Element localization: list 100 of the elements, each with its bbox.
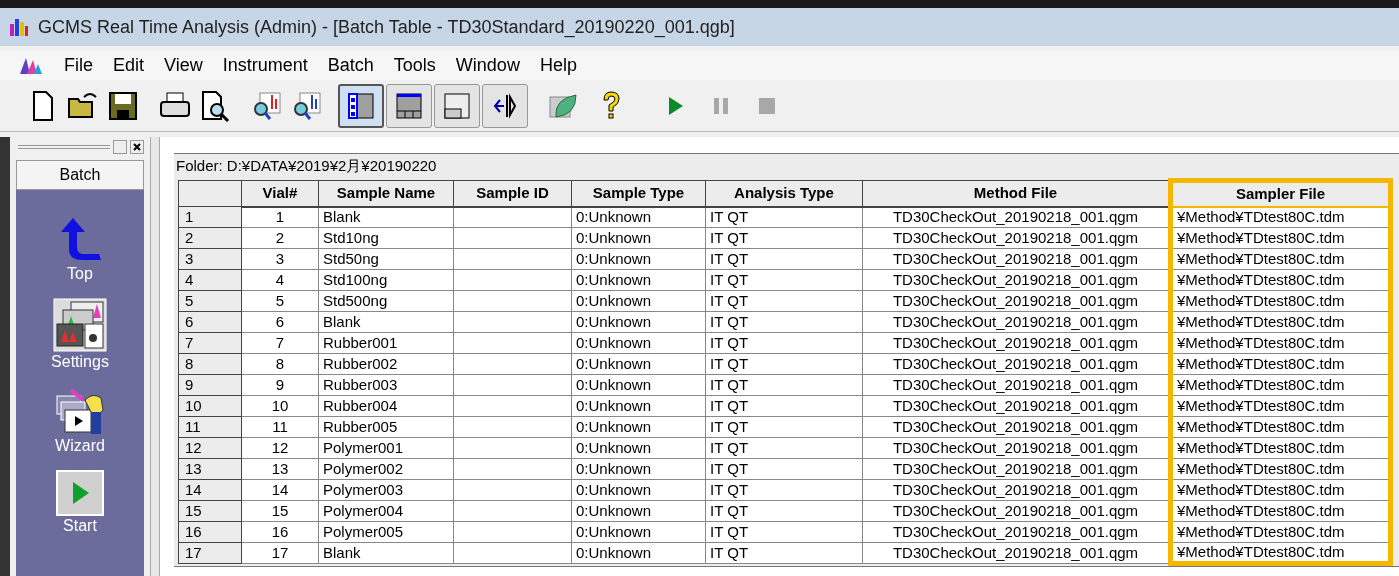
column-header[interactable]: Analysis Type (705, 180, 863, 207)
view-button[interactable] (482, 83, 528, 128)
row-header[interactable]: 1 (178, 206, 242, 228)
app-icon (8, 16, 30, 38)
table-cell: TD30CheckOut_20190218_001.qgm (892, 376, 1139, 393)
menu-item[interactable]: Window (455, 51, 520, 79)
table-cell: IT QT (710, 208, 749, 226)
table-cell: ¥Method¥TDtest80C.tdm (1177, 523, 1345, 540)
table-cell: 13 (271, 460, 289, 477)
table-cell: ¥Method¥TDtest80C.tdm (1177, 208, 1345, 226)
chart-windows-icon (53, 298, 107, 352)
table-cell: 0:Unknown (576, 355, 652, 372)
row-header[interactable]: 5 (178, 290, 242, 312)
menu-item[interactable]: View (164, 51, 203, 79)
view-button[interactable] (338, 83, 384, 128)
row-header[interactable]: 12 (178, 437, 242, 459)
table-cell: 12 (271, 439, 289, 456)
table-cell: TD30CheckOut_20190218_001.qgm (892, 544, 1139, 561)
table-cell: ¥Method¥TDtest80C.tdm (1177, 292, 1345, 309)
table-cell: 0:Unknown (576, 292, 652, 309)
table-cell: 0:Unknown (576, 523, 652, 540)
table-cell: IT QT (710, 481, 749, 498)
table-cell: IT QT (710, 460, 749, 477)
menu-item[interactable]: File (64, 51, 93, 79)
table-cell: TD30CheckOut_20190218_001.qgm (892, 481, 1139, 498)
table-cell: 6 (275, 313, 285, 330)
table-cell: Rubber001 (323, 334, 398, 351)
column-header[interactable]: Sample Name (318, 180, 454, 207)
row-header[interactable]: 11 (178, 416, 242, 438)
table-cell: 4 (275, 271, 285, 288)
column-header[interactable]: Sample Type (571, 180, 706, 207)
row-header[interactable]: 15 (178, 500, 242, 522)
table-cell: Std100ng (323, 271, 388, 288)
table-cell: 0:Unknown (576, 397, 652, 414)
table-cell: ¥Method¥TDtest80C.tdm (1177, 250, 1345, 267)
table-cell: ¥Method¥TDtest80C.tdm (1177, 439, 1345, 456)
table-cell: IT QT (710, 292, 749, 309)
column-header[interactable]: Method File (862, 180, 1171, 207)
table-cell: TD30CheckOut_20190218_001.qgm (892, 418, 1139, 435)
menu-item[interactable]: Batch (327, 51, 374, 79)
table-cell: Polymer002 (323, 460, 404, 477)
table-cell: TD30CheckOut_20190218_001.qgm (892, 502, 1139, 519)
table-cell: 0:Unknown (576, 313, 652, 330)
row-header[interactable]: 8 (178, 353, 242, 375)
view-button[interactable] (386, 83, 432, 128)
column-header[interactable]: Sampler File (1170, 180, 1391, 207)
play-icon[interactable] (56, 470, 104, 516)
table-cell: Polymer001 (323, 439, 404, 456)
row-header[interactable]: 13 (178, 458, 242, 480)
window-title: GCMS Real Time Analysis (Admin) - [Batch Table - TD30Standard_20190220_001.qgb] (38, 15, 735, 40)
table-cell: Blank (323, 208, 361, 226)
table-cell: 0:Unknown (576, 229, 652, 246)
row-header[interactable]: 7 (178, 332, 242, 354)
table-cell: IT QT (710, 250, 749, 267)
table-cell: 7 (275, 334, 285, 351)
menu-item[interactable]: Help (539, 51, 577, 79)
table-cell: Std500ng (323, 292, 388, 309)
table-cell: TD30CheckOut_20190218_001.qgm (892, 460, 1139, 477)
menu-item[interactable]: Tools (393, 51, 436, 79)
table-cell: 0:Unknown (576, 334, 652, 351)
table-cell: ¥Method¥TDtest80C.tdm (1177, 271, 1345, 288)
row-header[interactable]: 6 (178, 311, 242, 333)
close-icon[interactable] (130, 140, 144, 154)
table-cell: ¥Method¥TDtest80C.tdm (1177, 229, 1345, 246)
row-header[interactable]: 14 (178, 479, 242, 501)
table-cell: TD30CheckOut_20190218_001.qgm (892, 250, 1139, 267)
table-cell: 0:Unknown (576, 376, 652, 393)
table-cell: Blank (323, 544, 361, 561)
row-header[interactable]: 3 (178, 248, 242, 270)
table-cell: Rubber002 (323, 355, 398, 372)
table-cell: Std50ng (323, 250, 379, 267)
table-cell: TD30CheckOut_20190218_001.qgm (892, 271, 1139, 288)
table-cell: ¥Method¥TDtest80C.tdm (1177, 543, 1345, 560)
table-cell: IT QT (710, 397, 749, 414)
table-cell: 15 (271, 502, 289, 519)
row-header[interactable]: 16 (178, 521, 242, 543)
sidebar-label[interactable]: Top (67, 264, 93, 284)
table-cell: TD30CheckOut_20190218_001.qgm (892, 313, 1139, 330)
menu-item[interactable]: Edit (113, 51, 145, 79)
table-cell: IT QT (710, 334, 749, 351)
table-cell: 0:Unknown (576, 439, 652, 456)
table-cell: IT QT (710, 355, 749, 372)
row-header[interactable]: 9 (178, 374, 242, 396)
sidebar-label[interactable]: Wizard (55, 436, 105, 456)
column-header[interactable]: Sample ID (453, 180, 572, 207)
sidebar-label[interactable]: Settings (51, 352, 109, 372)
table-cell: Polymer005 (323, 523, 404, 540)
table-cell: TD30CheckOut_20190218_001.qgm (892, 397, 1139, 414)
row-header[interactable]: 10 (178, 395, 242, 417)
batch-tab[interactable]: Batch (16, 160, 144, 190)
row-header[interactable]: 4 (178, 269, 242, 291)
table-cell: IT QT (710, 523, 749, 540)
row-header[interactable]: 17 (178, 542, 242, 564)
table-cell: 0:Unknown (576, 460, 652, 477)
column-header[interactable]: Vial# (241, 180, 319, 207)
row-header[interactable]: 2 (178, 227, 242, 249)
menu-item[interactable]: Instrument (222, 51, 308, 79)
sidebar-label[interactable]: Start (63, 516, 97, 536)
table-cell: 5 (275, 292, 285, 309)
table-cell: 14 (271, 481, 289, 498)
